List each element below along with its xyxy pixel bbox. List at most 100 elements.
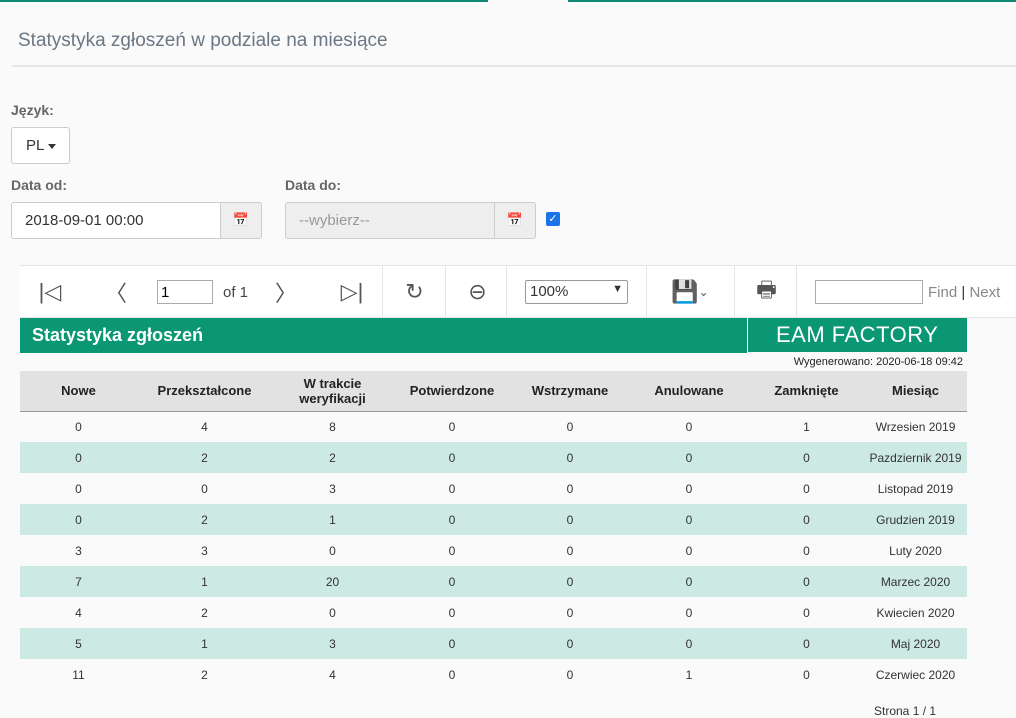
calendar-icon[interactable]: 📅: [220, 202, 262, 239]
table-cell: 0: [749, 504, 864, 535]
table-cell: 3: [201, 543, 208, 558]
date-to-checkbox[interactable]: ✓: [546, 212, 560, 226]
column-header: Miesiąc: [864, 371, 967, 412]
page-footer: Strona 1 / 1: [874, 704, 937, 718]
table-cell: 0: [803, 481, 810, 496]
column-header: Przekształcone: [137, 371, 272, 412]
table-cell: 0: [803, 543, 810, 558]
table-cell: 0: [511, 504, 629, 535]
report-toolbar: |◁ 〈 of 1 〉 ▷| ↻ ⊖ 100%▼ 💾⌄ 🖶 Find | Nex…: [20, 265, 1016, 318]
table-cell: 2: [201, 667, 208, 682]
table-cell: 1: [137, 566, 272, 597]
table-cell: 0: [448, 667, 456, 682]
refresh-icon[interactable]: ↻: [392, 266, 437, 318]
statistics-table: Nowe Przekształcone W trakcie weryfikacji P…: [20, 371, 967, 690]
language-label: Język:: [11, 102, 54, 118]
calendar-icon[interactable]: 📅: [494, 202, 536, 239]
table-cell: 0: [803, 605, 810, 620]
last-page-icon[interactable]: ▷|: [332, 266, 372, 318]
table-cell: 0: [629, 566, 749, 597]
table-cell: 20: [272, 566, 393, 597]
table-cell: 5: [20, 628, 137, 659]
table-row: 0 4 8 0 0 0 1 Wrzesien 2019: [20, 411, 967, 442]
table-cell: 0: [448, 419, 456, 434]
table-cell: 3: [75, 543, 82, 558]
prev-page-icon[interactable]: 〈: [96, 266, 136, 318]
report-title: Statystyka zgłoszeń: [20, 318, 747, 353]
table-cell: 0: [685, 605, 693, 620]
table-row: 11 2 4 0 0 1 0 Czerwiec 2020: [20, 659, 967, 690]
date-to-input[interactable]: --wybierz--: [285, 202, 495, 239]
table-cell: 0: [448, 543, 456, 558]
language-dropdown[interactable]: PL: [11, 127, 70, 164]
table-cell: Maj 2020: [864, 628, 967, 659]
table-cell: Pazdziernik 2019: [864, 442, 967, 473]
table-cell: Listopad 2019: [877, 481, 954, 496]
table-cell: 0: [75, 419, 82, 434]
table-cell: 0: [803, 667, 810, 682]
table-cell: 0: [566, 481, 574, 496]
table-cell: 3: [272, 628, 393, 659]
table-cell: 0: [629, 504, 749, 535]
zoom-select[interactable]: 100% ▼: [525, 280, 628, 304]
find-link[interactable]: Find: [928, 284, 957, 301]
save-export-icon[interactable]: 💾 ⌄: [660, 266, 720, 318]
top-tab-gap: [488, 0, 568, 3]
table-cell: 0: [566, 605, 574, 620]
table-cell: 0: [75, 481, 82, 496]
page-count: of 1: [223, 284, 249, 301]
column-header: Wstrzymane: [511, 371, 629, 412]
column-header: Potwierdzone: [393, 371, 511, 412]
back-icon[interactable]: ⊖: [455, 266, 500, 318]
table-cell: Wrzesien 2019: [875, 419, 956, 434]
find-input[interactable]: [815, 280, 923, 304]
date-to-label: Data do:: [285, 177, 341, 193]
table-cell: 4: [329, 667, 336, 682]
table-row: 0 2 1 0 0 0 0 Grudzien 2019: [20, 504, 967, 535]
table-cell: 0: [448, 481, 456, 496]
next-page-icon[interactable]: 〉: [266, 266, 306, 318]
zoom-value: 100%: [530, 283, 569, 300]
next-link[interactable]: Next: [969, 284, 1000, 301]
table-cell: 0: [393, 628, 511, 659]
table-row: 0 0 3 0 0 0 0 Listopad 2019: [20, 473, 967, 504]
table-cell: 0: [749, 442, 864, 473]
table-cell: 11: [72, 667, 85, 682]
table-cell: 7: [20, 566, 137, 597]
table-cell: 0: [566, 667, 574, 682]
language-value: PL: [26, 137, 45, 154]
table-cell: 4: [201, 419, 208, 434]
table-cell: 0: [511, 566, 629, 597]
date-from-input[interactable]: 2018-09-01 00:00: [11, 202, 221, 239]
print-icon[interactable]: 🖶: [744, 266, 789, 318]
table-cell: 0: [20, 504, 137, 535]
table-cell: Grudzien 2019: [864, 504, 967, 535]
table-cell: 0: [685, 543, 693, 558]
column-header: W trakcie weryfikacji: [272, 371, 393, 412]
table-cell: Czerwiec 2020: [875, 667, 956, 682]
table-cell: 2: [272, 442, 393, 473]
table-cell: 0: [685, 481, 693, 496]
table-cell: 0: [749, 566, 864, 597]
page-title: Statystyka zgłoszeń w podziale na miesią…: [18, 30, 388, 51]
page-number-input[interactable]: [157, 280, 213, 304]
table-cell: 0: [393, 504, 511, 535]
table-cell: 0: [749, 628, 864, 659]
table-cell: 0: [393, 566, 511, 597]
table-cell: Kwiecien 2020: [876, 605, 955, 620]
table-cell: 0: [329, 543, 336, 558]
table-cell: 0: [511, 442, 629, 473]
table-cell: Marzec 2020: [864, 566, 967, 597]
table-row: 5 1 3 0 0 0 0 Maj 2020: [20, 628, 967, 659]
table-cell: 1: [685, 667, 693, 682]
table-cell: 2: [201, 605, 208, 620]
divider: [12, 65, 1016, 67]
table-cell: 3: [329, 481, 336, 496]
table-cell: 0: [448, 605, 456, 620]
table-cell: 1: [803, 419, 810, 434]
table-cell: 0: [329, 605, 336, 620]
first-page-icon[interactable]: |◁: [30, 266, 70, 318]
table-cell: 0: [566, 543, 574, 558]
table-cell: Luty 2020: [889, 543, 942, 558]
eam-factory-logo: EAM FACTORY: [748, 318, 967, 352]
